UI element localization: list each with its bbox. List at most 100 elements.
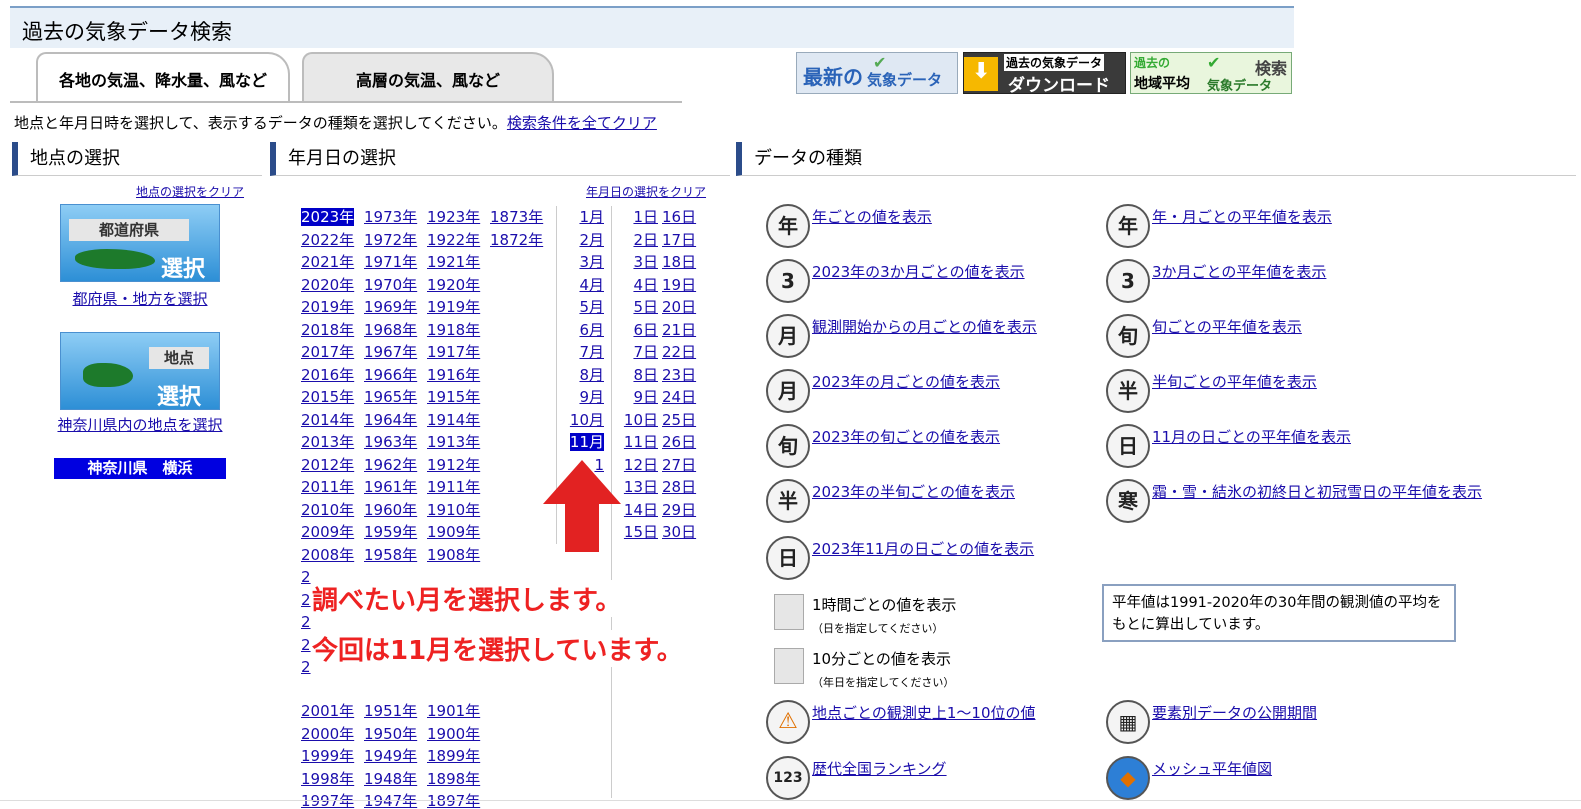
tab-surface[interactable]: 各地の気温、降水量、風など xyxy=(36,52,290,102)
period-link[interactable]: 要素別データの公開期間 xyxy=(1152,702,1317,723)
datatype-link-right[interactable]: 半旬ごとの平年値を表示 xyxy=(1152,371,1317,392)
year-link[interactable]: 1998年 xyxy=(301,770,354,788)
year-link[interactable]: 2016年 xyxy=(301,366,354,384)
year-link[interactable]: 1973年 xyxy=(364,208,417,226)
day-link[interactable]: 23日 xyxy=(662,366,696,384)
year-link[interactable]: 1872年 xyxy=(490,231,543,249)
datatype-link-left[interactable]: 2023年の半旬ごとの値を表示 xyxy=(812,481,1015,502)
year-link[interactable]: 1968年 xyxy=(364,321,417,339)
day-link[interactable]: 3日 xyxy=(633,253,658,271)
year-link[interactable]: 2 xyxy=(301,613,311,631)
year-link[interactable]: 1920年 xyxy=(427,276,480,294)
day-link[interactable]: 12日 xyxy=(624,456,658,474)
day-link[interactable]: 28日 xyxy=(662,478,696,496)
year-link[interactable]: 1971年 xyxy=(364,253,417,271)
year-link[interactable]: 1965年 xyxy=(364,388,417,406)
datatype-link-left[interactable]: 観測開始からの月ごとの値を表示 xyxy=(812,316,1037,337)
year-link[interactable]: 1959年 xyxy=(364,523,417,541)
day-link[interactable]: 24日 xyxy=(662,388,696,406)
day-link[interactable]: 21日 xyxy=(662,321,696,339)
datatype-link-right[interactable]: 3か月ごとの平年値を表示 xyxy=(1152,261,1326,282)
year-link[interactable]: 1900年 xyxy=(427,725,480,743)
day-link[interactable]: 6日 xyxy=(633,321,658,339)
year-link[interactable]: 2 xyxy=(301,591,311,609)
day-link[interactable]: 20日 xyxy=(662,298,696,316)
year-link[interactable]: 1898年 xyxy=(427,770,480,788)
prefecture-select-image[interactable]: 都道府県 選択 xyxy=(60,204,220,282)
year-link[interactable]: 2023年 xyxy=(301,208,355,226)
year-link[interactable]: 2014年 xyxy=(301,411,354,429)
prefecture-select-link[interactable]: 都府県・地方を選択 xyxy=(60,288,220,309)
download-banner[interactable]: ⬇ 過去の気象データ ダウンロード xyxy=(963,52,1126,94)
day-link[interactable]: 29日 xyxy=(662,501,696,519)
datatype-link-left[interactable]: 2023年11月の日ごとの値を表示 xyxy=(812,538,1034,559)
month-link[interactable]: 5月 xyxy=(579,298,604,316)
ranking-link[interactable]: 歴代全国ランキング xyxy=(812,758,947,779)
day-link[interactable]: 13日 xyxy=(624,478,658,496)
year-link[interactable]: 1967年 xyxy=(364,343,417,361)
month-link[interactable]: 9月 xyxy=(579,388,604,406)
year-link[interactable]: 1923年 xyxy=(427,208,480,226)
mesh-link[interactable]: メッシュ平年値図 xyxy=(1152,758,1272,779)
datatype-link-left[interactable]: 2023年の旬ごとの値を表示 xyxy=(812,426,1000,447)
day-link[interactable]: 30日 xyxy=(662,523,696,541)
tab-upper-air[interactable]: 高層の気温、風など xyxy=(302,52,554,102)
year-link[interactable]: 1963年 xyxy=(364,433,417,451)
datatype-link-right[interactable]: 年・月ごとの平年値を表示 xyxy=(1152,206,1332,227)
day-link[interactable]: 22日 xyxy=(662,343,696,361)
year-link[interactable]: 1909年 xyxy=(427,523,480,541)
datatype-link-left[interactable]: 2023年の3か月ごとの値を表示 xyxy=(812,261,1025,282)
datatype-link-right[interactable]: 旬ごとの平年値を表示 xyxy=(1152,316,1302,337)
year-link[interactable]: 1873年 xyxy=(490,208,543,226)
year-link[interactable]: 2001年 xyxy=(301,702,354,720)
day-link[interactable]: 7日 xyxy=(633,343,658,361)
day-link[interactable]: 26日 xyxy=(662,433,696,451)
year-link[interactable]: 1918年 xyxy=(427,321,480,339)
year-link[interactable]: 2019年 xyxy=(301,298,354,316)
day-link[interactable]: 19日 xyxy=(662,276,696,294)
day-link[interactable]: 4日 xyxy=(633,276,658,294)
year-link[interactable]: 2017年 xyxy=(301,343,354,361)
year-link[interactable]: 1948年 xyxy=(364,770,417,788)
month-link[interactable]: 10月 xyxy=(570,411,604,429)
year-link[interactable]: 1901年 xyxy=(427,702,480,720)
year-link[interactable]: 1950年 xyxy=(364,725,417,743)
year-link[interactable]: 1999年 xyxy=(301,747,354,765)
year-link[interactable]: 1919年 xyxy=(427,298,480,316)
year-link[interactable]: 1915年 xyxy=(427,388,480,406)
regional-average-banner[interactable]: 過去の 地域平均 気象データ 検索 ✔ xyxy=(1130,52,1292,94)
year-link[interactable]: 1908年 xyxy=(427,546,480,564)
year-link[interactable]: 1949年 xyxy=(364,747,417,765)
year-link[interactable]: 1916年 xyxy=(427,366,480,384)
clear-station-link[interactable]: 地点の選択をクリア xyxy=(136,183,244,200)
day-link[interactable]: 25日 xyxy=(662,411,696,429)
year-link[interactable]: 1914年 xyxy=(427,411,480,429)
day-link[interactable]: 27日 xyxy=(662,456,696,474)
year-link[interactable]: 2012年 xyxy=(301,456,354,474)
year-link[interactable]: 1913年 xyxy=(427,433,480,451)
year-link[interactable]: 1964年 xyxy=(364,411,417,429)
year-link[interactable]: 2010年 xyxy=(301,501,354,519)
year-link[interactable]: 2022年 xyxy=(301,231,354,249)
year-link[interactable]: 1970年 xyxy=(364,276,417,294)
day-link[interactable]: 5日 xyxy=(633,298,658,316)
year-link[interactable]: 1917年 xyxy=(427,343,480,361)
datatype-link-right[interactable]: 11月の日ごとの平年値を表示 xyxy=(1152,426,1351,447)
month-link[interactable]: 7月 xyxy=(579,343,604,361)
day-link[interactable]: 8日 xyxy=(633,366,658,384)
day-link[interactable]: 18日 xyxy=(662,253,696,271)
day-link[interactable]: 11日 xyxy=(624,433,658,451)
day-link[interactable]: 9日 xyxy=(633,388,658,406)
clear-all-link[interactable]: 検索条件を全てクリア xyxy=(507,114,657,132)
year-link[interactable]: 2015年 xyxy=(301,388,354,406)
year-link[interactable]: 1951年 xyxy=(364,702,417,720)
day-link[interactable]: 10日 xyxy=(624,411,658,429)
month-link[interactable]: 11月 xyxy=(569,433,604,451)
year-link[interactable]: 2013年 xyxy=(301,433,354,451)
year-link[interactable]: 1958年 xyxy=(364,546,417,564)
point-select-link[interactable]: 神奈川県内の地点を選択 xyxy=(38,414,242,435)
year-link[interactable]: 1972年 xyxy=(364,231,417,249)
year-link[interactable]: 2011年 xyxy=(301,478,354,496)
month-link[interactable]: 2月 xyxy=(579,231,604,249)
year-link[interactable]: 1960年 xyxy=(364,501,417,519)
